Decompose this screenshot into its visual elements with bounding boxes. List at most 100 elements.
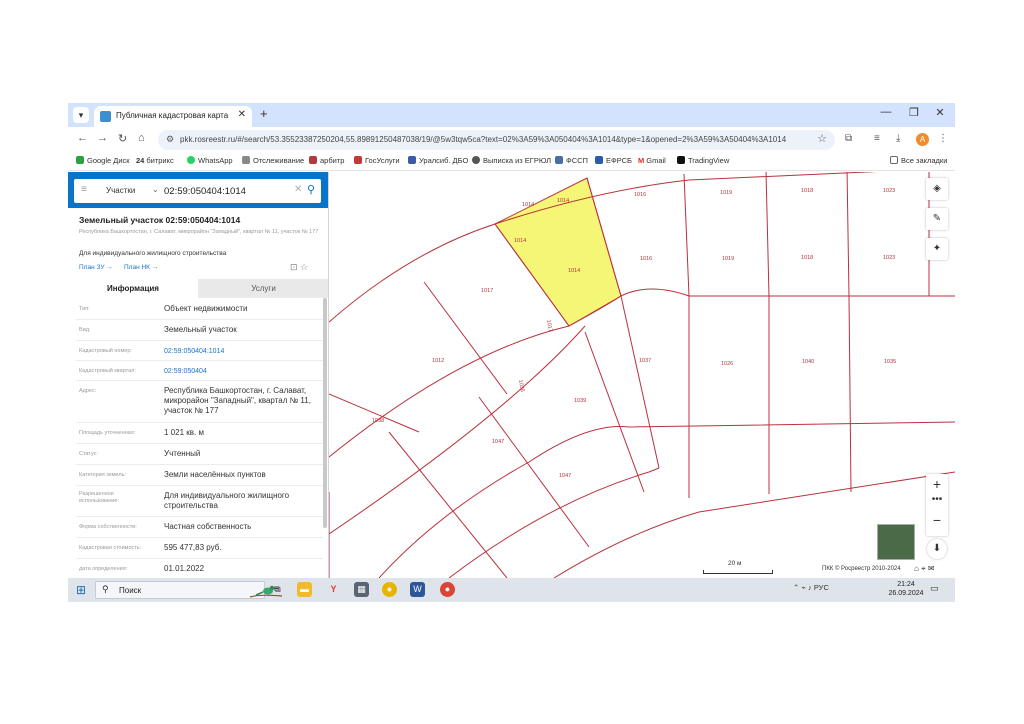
- reload-icon[interactable]: ↻: [118, 132, 127, 145]
- yandex-browser-icon[interactable]: Y: [326, 582, 341, 597]
- favorite-star-icon[interactable]: ☆: [300, 262, 308, 272]
- panel-actions: ⊡ ☆: [290, 262, 308, 273]
- file-explorer-icon[interactable]: ▬: [297, 582, 312, 597]
- cadastral-quarter-link[interactable]: 02:59:050404: [164, 367, 324, 377]
- network-icon[interactable]: ⌁: [801, 583, 806, 592]
- extensions-icon[interactable]: ⧉: [845, 133, 852, 144]
- clock-date: 26.09.2024: [888, 590, 924, 597]
- bookmark-star-icon[interactable]: ☆: [817, 132, 827, 145]
- zoom-in-icon[interactable]: +: [926, 476, 948, 492]
- plan-zu-link[interactable]: План ЗУ →: [79, 264, 113, 271]
- egrul-icon: [472, 156, 480, 164]
- minimize-icon[interactable]: —: [876, 106, 896, 118]
- word-icon[interactable]: W: [410, 582, 425, 597]
- browser-tab[interactable]: Публичная кадастровая карта ✕: [94, 106, 252, 127]
- parcel-map-svg[interactable]: 1014 1014 1014 1014 1016 1016 1019 1019 …: [329, 172, 955, 578]
- home-icon[interactable]: ⌂: [914, 564, 919, 573]
- bookmark-item[interactable]: M Gmail: [638, 156, 666, 165]
- tracking-icon: [242, 156, 250, 164]
- language-indicator[interactable]: РУС: [814, 583, 829, 592]
- cadastral-number-link[interactable]: 02:59:050404:1014: [164, 347, 324, 357]
- download-icon[interactable]: ⤓: [896, 133, 900, 144]
- parcel-label: 1036: [517, 379, 525, 392]
- parcel-label: 1014: [557, 198, 569, 204]
- bookmark-item[interactable]: Google Диск: [76, 156, 130, 165]
- window-close-icon[interactable]: ✕: [930, 106, 950, 119]
- plan-nk-link[interactable]: План НК →: [124, 264, 158, 271]
- browser-menu-icon[interactable]: ⋮: [938, 133, 948, 144]
- chevron-down-icon[interactable]: ⌄: [152, 185, 159, 194]
- reading-list-icon[interactable]: ≡: [874, 133, 880, 144]
- taskbar-search[interactable]: ⚲ Поиск: [95, 581, 283, 599]
- home-icon[interactable]: ⌂: [138, 132, 145, 144]
- row-value: Земельный участок: [164, 325, 237, 334]
- parcel-label: 1019: [722, 256, 734, 262]
- parcel-line: [584, 331, 645, 493]
- zoom-more-icon[interactable]: •••: [926, 494, 948, 505]
- layers-icon[interactable]: ◈: [926, 178, 948, 200]
- row-value: 01.01.2022: [164, 564, 205, 573]
- bookmark-item[interactable]: ЕФРСБ: [595, 156, 632, 165]
- bookmark-item[interactable]: арбитр: [309, 156, 344, 165]
- forward-icon[interactable]: →: [97, 132, 108, 144]
- mail-icon[interactable]: ✉: [928, 564, 935, 573]
- divider: [76, 422, 323, 423]
- address-bar[interactable]: ⚙ pkk.rosreestr.ru/#/search/53.355233872…: [158, 130, 835, 150]
- task-view-icon[interactable]: ⧉: [270, 582, 285, 597]
- cadastral-map[interactable]: 1014 1014 1014 1014 1016 1016 1019 1019 …: [329, 172, 955, 578]
- new-tab-icon[interactable]: +: [260, 106, 268, 121]
- bookmark-item[interactable]: Отслеживание: [242, 156, 304, 165]
- all-bookmarks[interactable]: Все закладки: [890, 156, 947, 165]
- parcel-label: 1038: [372, 418, 384, 424]
- parcel-label: 1014: [568, 268, 580, 274]
- arbitr-icon: [309, 156, 317, 164]
- bookmark-item[interactable]: Выписка из ЕГРЮЛ: [472, 156, 551, 165]
- bookmark-item[interactable]: 24 битрикс: [136, 156, 174, 165]
- bookmark-item[interactable]: ФССП: [555, 156, 588, 165]
- bookmark-item[interactable]: WhatsApp: [187, 156, 233, 165]
- ruler-icon[interactable]: ✎: [926, 208, 948, 230]
- report-icon[interactable]: ⊡: [290, 262, 298, 272]
- chrome-active-icon[interactable]: ●: [440, 582, 455, 597]
- clear-icon[interactable]: ✕: [294, 184, 302, 195]
- parcel-line: [329, 325, 586, 535]
- bookmark-item[interactable]: TradingView: [677, 156, 729, 165]
- parcel-line: [620, 295, 660, 469]
- speaker-icon[interactable]: ♪: [808, 583, 812, 592]
- locate-icon[interactable]: ✦: [926, 238, 948, 260]
- download-map-icon[interactable]: ⬇: [927, 539, 947, 559]
- clock[interactable]: 21:24 26.09.2024: [886, 580, 926, 598]
- row-label: дата определения:: [79, 566, 128, 572]
- maximize-icon[interactable]: ❐: [904, 106, 924, 119]
- pin-icon[interactable]: ⌖: [921, 564, 926, 573]
- menu-icon[interactable]: ≡: [81, 184, 87, 195]
- calculator-icon[interactable]: ▦: [354, 582, 369, 597]
- site-info-icon[interactable]: ⚙: [166, 134, 174, 145]
- parcel-line: [388, 431, 508, 578]
- bitrix-icon: 24: [136, 156, 145, 165]
- search-box: ≡ Участки ⌄ ✕ ⚲: [74, 179, 321, 203]
- parcel-label: 1017: [481, 288, 493, 294]
- tab-services[interactable]: Услуги: [198, 279, 328, 298]
- search-icon[interactable]: ⚲: [307, 183, 315, 196]
- tray-chevron-icon[interactable]: ⌃: [793, 583, 799, 592]
- parcel-label: 1039: [574, 398, 586, 404]
- panel-scrollbar[interactable]: [323, 298, 327, 528]
- windows-start-icon[interactable]: ⊞: [76, 583, 86, 597]
- search-input[interactable]: [164, 183, 284, 199]
- search-category[interactable]: Участки: [106, 186, 135, 195]
- chrome-icon[interactable]: ●: [382, 582, 397, 597]
- tab-close-icon[interactable]: ✕: [238, 109, 246, 120]
- parcel-line: [448, 467, 660, 578]
- back-icon[interactable]: ←: [77, 132, 88, 144]
- bookmark-item[interactable]: Уралсиб. ДБО: [408, 156, 468, 165]
- tab-search-menu-icon[interactable]: ▾: [73, 107, 89, 123]
- row-label: Тип:: [79, 306, 90, 312]
- zoom-out-icon[interactable]: −: [926, 512, 948, 528]
- tab-information[interactable]: Информация: [68, 279, 198, 298]
- bookmark-item[interactable]: ГосУслуги: [354, 156, 400, 165]
- browser-window: ▾ Публичная кадастровая карта ✕ + — ❐ ✕ …: [68, 103, 955, 602]
- profile-avatar[interactable]: A: [916, 133, 929, 146]
- satellite-minimap[interactable]: [877, 524, 915, 560]
- notifications-icon[interactable]: ▭: [930, 583, 939, 594]
